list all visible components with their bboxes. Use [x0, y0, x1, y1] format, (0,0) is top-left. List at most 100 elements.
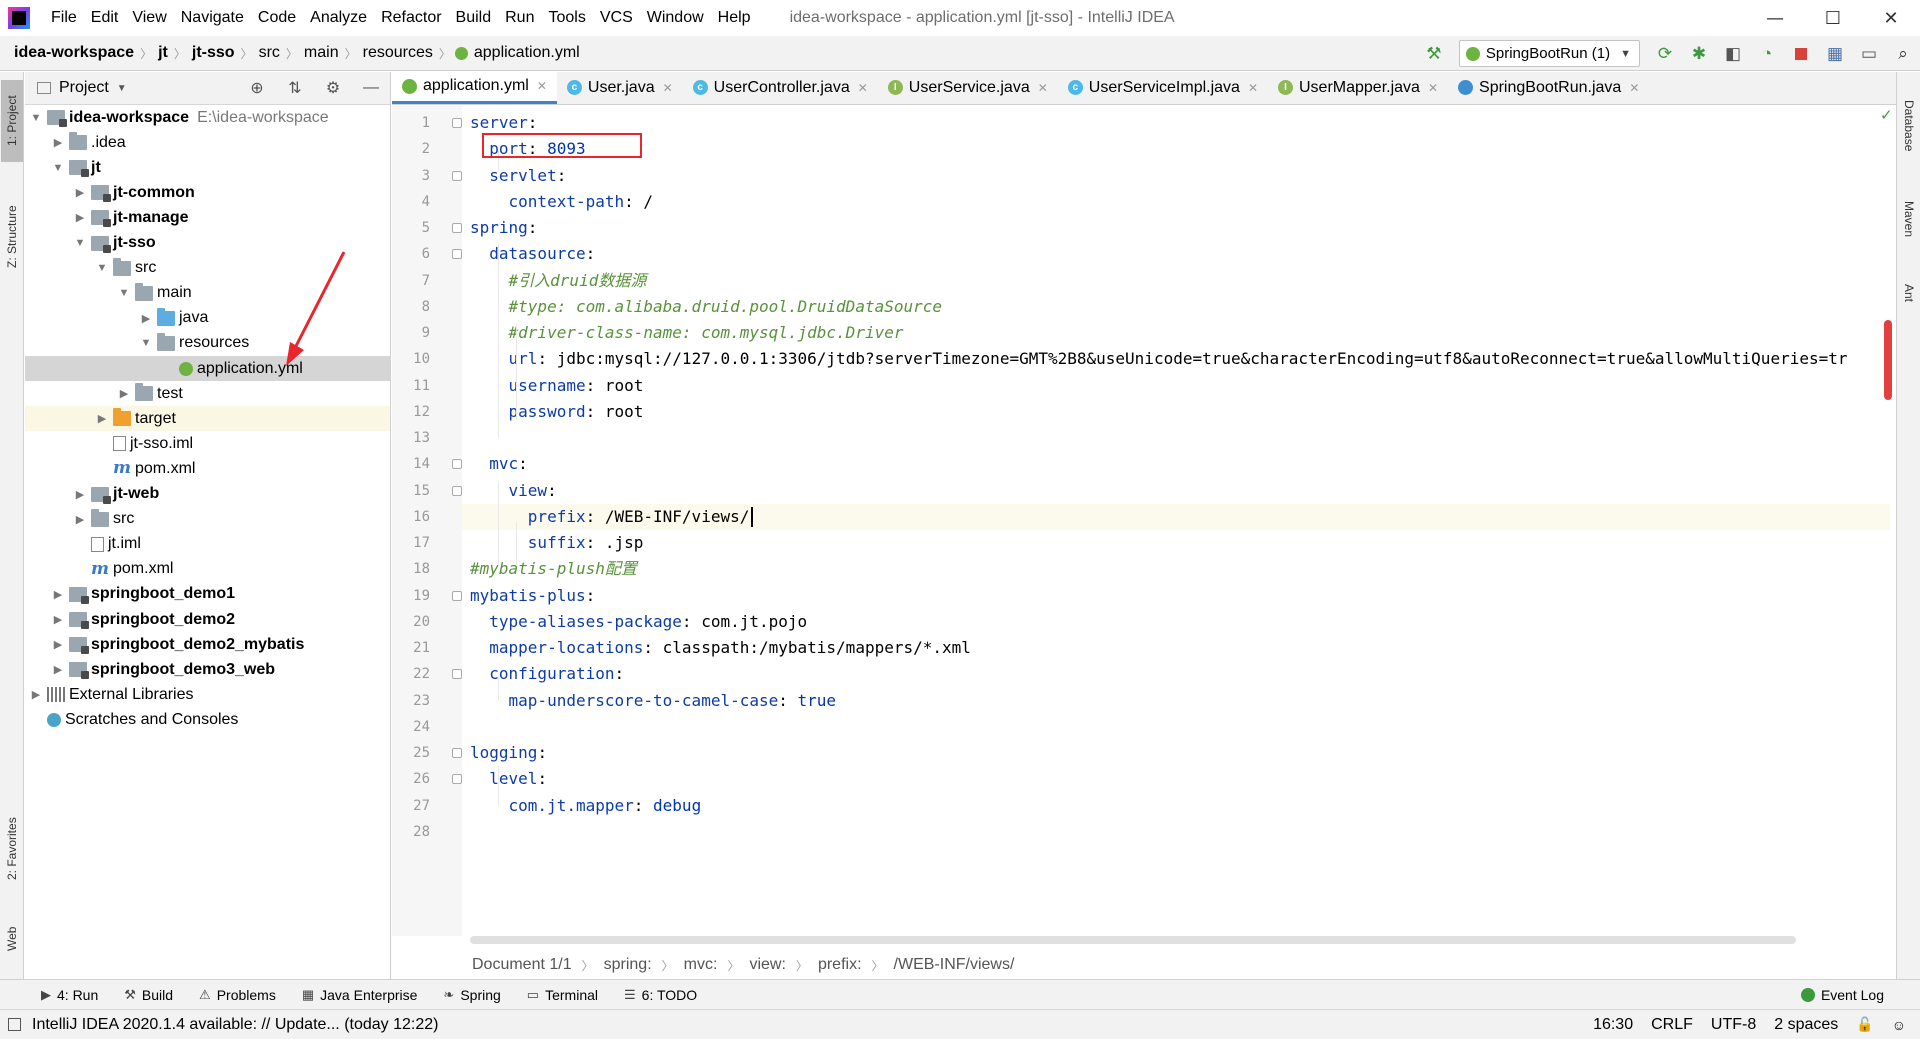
editor-horizontal-scrollbar[interactable] — [470, 936, 1796, 944]
tree-item[interactable]: ▶ springboot_demo1 — [25, 582, 390, 607]
editor-tab[interactable]: c UserController.java ✕ — [683, 71, 878, 104]
editor-breadcrumb-item[interactable]: mvc: — [674, 956, 728, 974]
fold-marker-icon[interactable] — [452, 459, 462, 470]
tree-item[interactable]: m pom.xml — [25, 456, 390, 481]
tab-favorites[interactable]: 2: Favorites — [1, 794, 23, 904]
menu-item-view[interactable]: View — [125, 9, 173, 27]
breadcrumb-item[interactable]: idea-workspace — [8, 44, 140, 62]
close-button[interactable]: ✕ — [1862, 0, 1920, 36]
collapsed-arrow-icon[interactable]: ▶ — [73, 513, 87, 526]
collapsed-arrow-icon[interactable]: ▶ — [73, 186, 87, 199]
tree-item[interactable]: ▶ jt-manage — [25, 205, 390, 230]
tree-item[interactable]: jt.iml — [25, 532, 390, 557]
code-editor[interactable]: server: port: 8093 servlet: context-path… — [462, 106, 1890, 936]
breadcrumb-item[interactable]: resources — [357, 44, 439, 62]
layout-icon[interactable]: ▭ — [1857, 42, 1881, 66]
tab-ant[interactable]: Ant — [1898, 268, 1920, 318]
tree-item[interactable]: ▶ External Libraries — [25, 682, 390, 707]
editor-tab[interactable]: I UserService.java ✕ — [878, 71, 1058, 104]
tree-item[interactable]: Scratches and Consoles — [25, 707, 390, 732]
tool-window-problems[interactable]: ⚠ Problems — [186, 987, 289, 1003]
close-tab-icon[interactable]: ✕ — [1038, 81, 1048, 95]
tab-structure[interactable]: Z: Structure — [1, 182, 23, 292]
collapsed-arrow-icon[interactable]: ▶ — [29, 688, 43, 701]
collapsed-arrow-icon[interactable]: ▶ — [139, 312, 153, 325]
tree-item[interactable]: m pom.xml — [25, 557, 390, 582]
tree-item[interactable]: ▶ jt-common — [25, 180, 390, 205]
event-log-button[interactable]: Event Log — [1800, 987, 1884, 1003]
editor-breadcrumb-item[interactable]: view: — [739, 956, 795, 974]
file-encoding[interactable]: UTF-8 — [1711, 1016, 1756, 1034]
editor-breadcrumb-item[interactable]: Document 1/1 — [462, 956, 582, 974]
project-panel-title[interactable]: Project — [59, 79, 109, 97]
stop-icon[interactable] — [1789, 42, 1813, 66]
tree-item[interactable]: ▶ test — [25, 381, 390, 406]
tree-item[interactable]: ▶ target — [25, 406, 390, 432]
collapsed-arrow-icon[interactable]: ▶ — [51, 613, 65, 626]
gear-icon[interactable]: ⚙ — [322, 78, 344, 98]
tab-web[interactable]: Web — [1, 914, 23, 964]
tool-window-spring[interactable]: ❧ Spring — [430, 987, 513, 1003]
maximize-button[interactable]: ☐ — [1804, 0, 1862, 36]
editor-breadcrumb-item[interactable]: spring: — [594, 956, 662, 974]
tree-item[interactable]: ▼ jt — [25, 155, 390, 180]
menu-item-navigate[interactable]: Navigate — [174, 9, 251, 27]
status-message[interactable]: IntelliJ IDEA 2020.1.4 available: // Upd… — [32, 1016, 438, 1034]
hide-icon[interactable]: — — [360, 79, 382, 97]
collapsed-arrow-icon[interactable]: ▶ — [51, 638, 65, 651]
menu-item-build[interactable]: Build — [449, 9, 499, 27]
expanded-arrow-icon[interactable]: ▼ — [51, 162, 65, 174]
expanded-arrow-icon[interactable]: ▼ — [29, 112, 43, 124]
tool-window-build[interactable]: ⚒ Build — [111, 987, 186, 1003]
rerun-icon[interactable]: ⟳ — [1653, 42, 1677, 66]
menu-item-run[interactable]: Run — [498, 9, 541, 27]
menu-item-code[interactable]: Code — [251, 9, 303, 27]
menu-item-window[interactable]: Window — [640, 9, 711, 27]
tab-project[interactable]: 1: Project — [1, 80, 23, 162]
fold-marker-icon[interactable] — [452, 669, 462, 680]
tool-window-6-todo[interactable]: ☰ 6: TODO — [611, 987, 710, 1003]
tree-item[interactable]: ▶ springboot_demo2 — [25, 607, 390, 632]
menu-item-vcs[interactable]: VCS — [593, 9, 640, 27]
status-toggle-icon[interactable] — [8, 1018, 21, 1031]
memory-indicator-icon[interactable]: ☺ — [1892, 1017, 1906, 1033]
breadcrumb-item[interactable]: jt-sso — [186, 44, 241, 62]
expanded-arrow-icon[interactable]: ▼ — [139, 337, 153, 349]
hammer-build-icon[interactable]: ⚒ — [1422, 42, 1446, 66]
tool-window-terminal[interactable]: ▭ Terminal — [514, 987, 611, 1003]
editor-tab[interactable]: c UserServiceImpl.java ✕ — [1058, 71, 1268, 104]
menu-item-file[interactable]: File — [44, 9, 84, 27]
close-tab-icon[interactable]: ✕ — [1629, 81, 1639, 95]
close-tab-icon[interactable]: ✕ — [858, 81, 868, 95]
fold-marker-icon[interactable] — [452, 170, 462, 181]
lock-icon[interactable]: 🔓 — [1856, 1016, 1873, 1033]
editor-vertical-scrollbar[interactable]: ✓ — [1880, 106, 1893, 400]
tree-item[interactable]: ▶ springboot_demo2_mybatis — [25, 632, 390, 657]
indent-setting[interactable]: 2 spaces — [1774, 1016, 1838, 1034]
tree-item[interactable]: ▶ springboot_demo3_web — [25, 657, 390, 682]
breadcrumb-item[interactable]: application.yml — [468, 44, 586, 62]
fold-marker-icon[interactable] — [452, 118, 462, 128]
close-tab-icon[interactable]: ✕ — [663, 81, 673, 95]
editor-breadcrumb-item[interactable]: prefix: — [808, 956, 872, 974]
editor-tab[interactable]: application.yml ✕ — [392, 71, 557, 104]
collapsed-arrow-icon[interactable]: ▶ — [51, 588, 65, 601]
collapsed-arrow-icon[interactable]: ▶ — [51, 136, 65, 149]
tree-item[interactable]: ▶ .idea — [25, 130, 390, 155]
debug-icon[interactable]: ✱ — [1687, 42, 1711, 66]
chevron-down-icon[interactable]: ▼ — [117, 83, 127, 94]
fold-marker-icon[interactable] — [452, 223, 462, 233]
breadcrumb-item[interactable]: src — [253, 44, 286, 62]
close-tab-icon[interactable]: ✕ — [537, 79, 547, 93]
caret-position[interactable]: 16:30 — [1593, 1016, 1633, 1034]
collapsed-arrow-icon[interactable]: ▶ — [73, 488, 87, 501]
tool-window-java-enterprise[interactable]: ▦ Java Enterprise — [289, 987, 431, 1003]
tree-item[interactable]: ▼ idea-workspace E:\idea-workspace — [25, 105, 390, 130]
project-structure-icon[interactable]: ▦ — [1823, 42, 1847, 66]
collapsed-arrow-icon[interactable]: ▶ — [73, 211, 87, 224]
close-tab-icon[interactable]: ✕ — [1428, 81, 1438, 95]
menu-item-refactor[interactable]: Refactor — [374, 9, 448, 27]
fold-marker-icon[interactable] — [452, 485, 462, 496]
line-separator[interactable]: CRLF — [1651, 1016, 1693, 1034]
tab-maven[interactable]: Maven — [1898, 184, 1920, 254]
